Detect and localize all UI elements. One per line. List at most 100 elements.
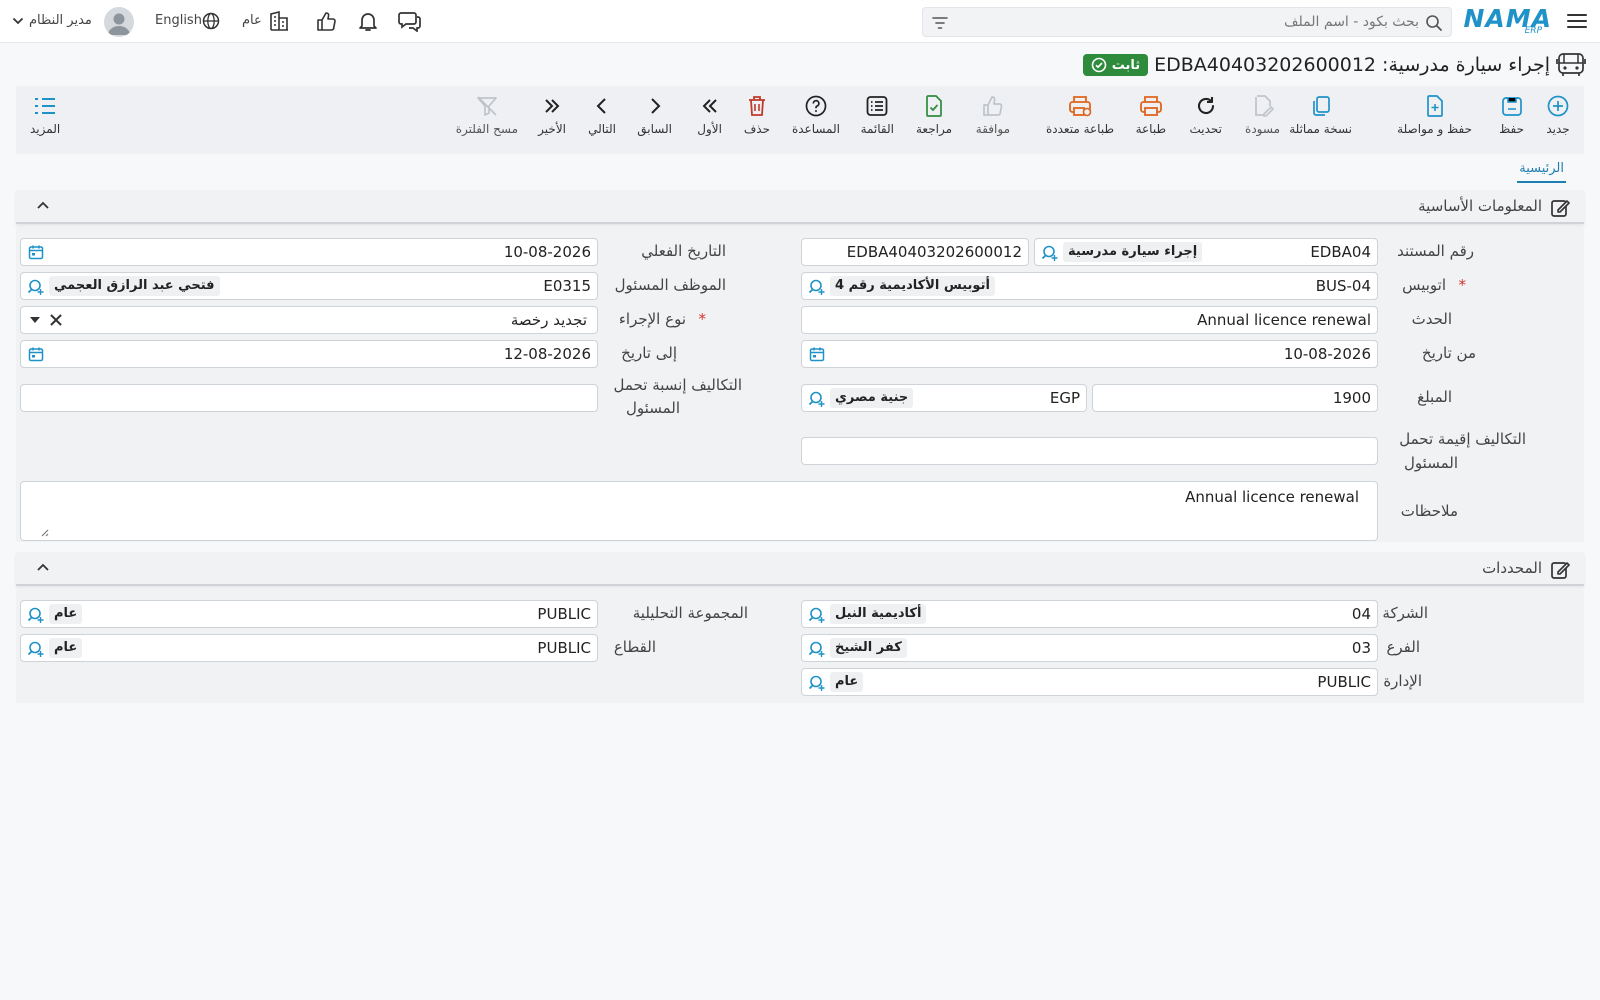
more-button[interactable]: المزيد [30, 92, 60, 148]
edit-icon [1550, 198, 1570, 218]
refresh-button[interactable]: تحديث [1189, 92, 1222, 148]
event-field[interactable]: Annual licence renewal [801, 306, 1378, 334]
avatar[interactable] [104, 7, 134, 37]
notes-value: Annual licence renewal [1185, 488, 1359, 506]
status-badge: ثابت [1082, 54, 1149, 76]
doc-book-field[interactable]: EDBA04 إجراء سيارة مدرسية [1034, 238, 1378, 266]
cost-value-field[interactable] [801, 437, 1378, 465]
approve-button[interactable]: موافقة [976, 92, 1010, 148]
printer-icon [1139, 96, 1162, 116]
calendar-icon[interactable] [809, 346, 825, 362]
calendar-icon[interactable] [28, 244, 44, 260]
save-continue-button[interactable]: حفظ و مواصلة [1397, 92, 1472, 148]
clear-filter-button[interactable]: مسح الفلترة [456, 92, 518, 148]
sector-field[interactable]: PUBLIC عام [20, 634, 598, 662]
more-label: المزيد [30, 122, 61, 136]
globe-icon[interactable] [202, 12, 220, 30]
help-button[interactable]: المساعدة [792, 92, 840, 148]
department-field[interactable]: PUBLIC عام [801, 668, 1378, 696]
multi-print-button[interactable]: طباعة متعددة [1046, 92, 1114, 148]
next-button[interactable]: التالي [588, 92, 616, 148]
save-label: حفظ [1499, 122, 1524, 136]
to-date-field[interactable]: 12-08-2026 [20, 340, 598, 368]
duplicate-button[interactable]: نسخة مماثلة [1289, 92, 1352, 148]
action-type-value: تجديد رخصة [510, 311, 587, 329]
employee-code: E0315 [543, 277, 591, 295]
search-input[interactable] [979, 12, 1419, 32]
draft-button[interactable]: مسودة [1245, 92, 1280, 148]
notes-textarea[interactable]: Annual licence renewal [20, 481, 1378, 541]
list-details-icon [35, 98, 56, 114]
scope-label[interactable]: عام [242, 13, 262, 28]
refresh-label: تحديث [1189, 122, 1222, 136]
from-date-field[interactable]: 10-08-2026 [801, 340, 1378, 368]
list-button[interactable]: القائمة [861, 92, 894, 148]
employee-name: فتحي عبد الرازق العجمي [49, 276, 220, 296]
chat-icon[interactable] [398, 10, 422, 32]
amount-field[interactable]: 1900 [1092, 384, 1378, 412]
building-icon[interactable] [269, 10, 289, 32]
company-field[interactable]: 04 أكاديمية النيل [801, 600, 1378, 628]
previous-button[interactable]: السابق [637, 92, 672, 148]
event-value: Annual licence renewal [1197, 311, 1371, 329]
analytic-group-field[interactable]: PUBLIC عام [20, 600, 598, 628]
action-type-select[interactable]: تجديد رخصة [20, 306, 598, 334]
caret-down-icon[interactable] [30, 317, 40, 323]
bell-icon[interactable] [357, 10, 379, 32]
last-button[interactable]: الأخير [538, 92, 566, 148]
dimensions-header[interactable]: المحددات [16, 552, 1584, 586]
lookup-search-icon[interactable] [27, 278, 45, 296]
chevron-up-icon[interactable] [36, 562, 50, 572]
tab-main[interactable]: الرئيسية [1517, 161, 1566, 183]
calendar-icon[interactable] [28, 346, 44, 362]
chevron-down-icon[interactable] [12, 15, 24, 27]
currency-name: جنية مصري [830, 388, 914, 408]
cost-value-label-line2: المسئول [1404, 454, 1458, 472]
user-name[interactable]: مدير النظام [29, 13, 92, 28]
currency-code: EGP [1049, 389, 1080, 407]
menu-icon[interactable] [1566, 11, 1588, 31]
analytic-group-label: المجموعة التحليلية [632, 604, 748, 622]
basic-info-header[interactable]: المعلومات الأساسية [16, 190, 1584, 224]
double-chevron-left-icon [702, 99, 717, 113]
lookup-search-icon[interactable] [808, 674, 826, 692]
cost-ratio-label-line2: المسئول [626, 399, 680, 417]
lookup-search-icon[interactable] [27, 606, 45, 624]
lookup-search-icon[interactable] [808, 606, 826, 624]
doc-number-value: EDBA40403202600012 [846, 243, 1022, 261]
filter-icon[interactable] [931, 14, 949, 32]
resize-grip-icon[interactable] [39, 527, 49, 537]
save-button[interactable]: حفظ [1499, 92, 1524, 148]
lookup-search-icon[interactable] [1041, 244, 1059, 262]
action-type-required-mark: * [698, 310, 707, 328]
lookup-search-icon[interactable] [27, 640, 45, 658]
first-button[interactable]: الأول [697, 92, 722, 148]
chevron-up-icon[interactable] [36, 200, 50, 210]
lookup-search-icon[interactable] [808, 390, 826, 408]
branch-field[interactable]: 03 كفر الشيخ [801, 634, 1378, 662]
delete-button[interactable]: حذف [744, 92, 770, 148]
company-code: 04 [1351, 605, 1371, 623]
branch-code: 03 [1351, 639, 1371, 657]
review-button[interactable]: مراجعة [916, 92, 952, 148]
actual-date-field[interactable]: 10-08-2026 [20, 238, 598, 266]
clear-icon[interactable] [49, 313, 63, 327]
new-button[interactable]: جديد [1546, 92, 1570, 148]
language-switch[interactable]: English [155, 13, 202, 28]
search-icon[interactable] [1425, 14, 1443, 32]
lookup-search-icon[interactable] [808, 278, 826, 296]
new-label: جديد [1546, 122, 1570, 136]
doc-number-field[interactable]: EDBA40403202600012 [801, 238, 1029, 266]
bus-field[interactable]: BUS-04 أتوبيس الأكاديمية رقم 4 [801, 272, 1378, 300]
cost-ratio-field[interactable] [20, 384, 598, 412]
print-button[interactable]: طباعة [1136, 92, 1166, 148]
employee-field[interactable]: E0315 فتحي عبد الرازق العجمي [20, 272, 598, 300]
lookup-search-icon[interactable] [808, 640, 826, 658]
event-label: الحدث [1411, 310, 1452, 328]
doc-no-label: رقم المستند [1397, 242, 1474, 260]
search-box [922, 7, 1452, 37]
from-date-value: 10-08-2026 [1283, 345, 1371, 363]
currency-field[interactable]: EGP جنية مصري [801, 384, 1087, 412]
thumbs-up-icon[interactable] [315, 10, 337, 32]
amount-value: 1900 [1332, 389, 1371, 407]
